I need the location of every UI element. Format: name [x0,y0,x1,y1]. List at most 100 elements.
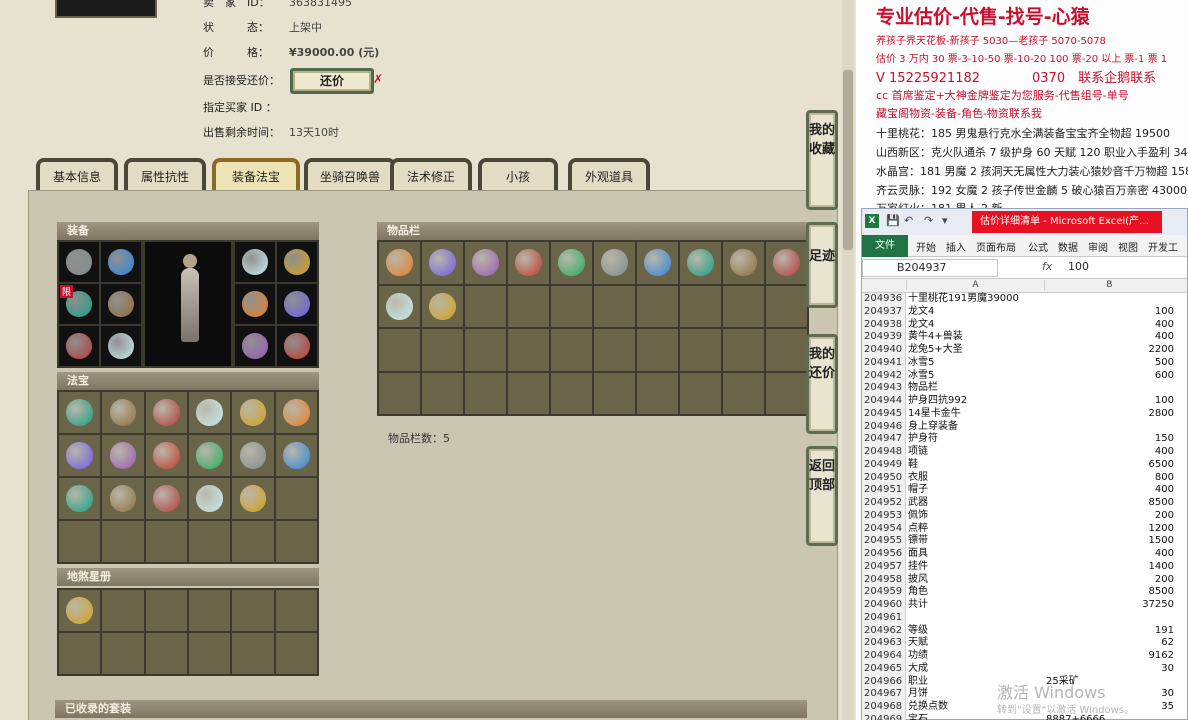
inventory-slot[interactable] [465,242,506,284]
cell-b[interactable]: 9162 [1044,650,1174,663]
treasure-slot[interactable] [59,521,101,562]
cell-a[interactable]: 角色 [908,586,1044,599]
treasure-slot[interactable] [145,478,187,519]
inventory-slot[interactable] [379,285,420,327]
cell-a[interactable]: 冰雪5 [908,370,1044,383]
equipment-slot[interactable] [277,326,317,366]
treasure-slot[interactable] [102,478,144,519]
row-number[interactable]: 204969 [862,713,906,720]
row-number[interactable]: 204946 [862,420,906,434]
cell-a[interactable]: 大成 [908,663,1044,676]
fame-slot[interactable] [102,633,144,674]
cell-b[interactable]: 2200 [1044,344,1174,357]
row-number[interactable]: 204951 [862,484,906,497]
formula-input[interactable]: 100 [1068,260,1089,273]
row-number[interactable]: 204936 [862,293,906,306]
treasure-slot[interactable] [102,435,144,476]
row-number[interactable]: 204947 [862,433,906,446]
row-number[interactable]: 204941 [862,356,906,370]
cell-b[interactable]: 150 [1044,433,1174,446]
inventory-slot[interactable] [465,372,506,414]
ribbon-tab-home[interactable]: 开始 [916,239,936,254]
fame-slot[interactable] [102,590,144,631]
equipment-slot[interactable] [101,326,141,366]
treasure-slot[interactable] [102,392,144,433]
cell-a[interactable]: 帽子 [908,484,1044,497]
cell-b[interactable]: 62 [1044,637,1174,650]
cell-a[interactable]: 共计 [908,599,1044,612]
row-number[interactable]: 204963 [862,637,906,650]
cell-b[interactable]: 400 [1044,446,1174,459]
inventory-slot[interactable] [551,329,592,371]
cell-a[interactable]: 天赋 [908,637,1044,650]
ribbon-tab-formulas[interactable]: 公式 [1028,239,1048,254]
inventory-slot[interactable] [508,285,549,327]
row-number[interactable]: 204955 [862,535,906,548]
ribbon-tab-data[interactable]: 数据 [1058,239,1078,254]
cell-b[interactable]: 500 [1044,357,1174,370]
treasure-slot[interactable] [145,392,187,433]
ribbon-tab-review[interactable]: 审阅 [1088,239,1108,254]
cell-b[interactable]: 1400 [1044,561,1174,574]
inventory-slot[interactable] [594,285,635,327]
treasure-slot[interactable] [59,478,101,519]
equipment-slot[interactable] [235,284,275,324]
inventory-slot[interactable] [723,285,764,327]
equipment-slot[interactable]: 限 [59,284,99,324]
treasure-slot[interactable] [232,435,274,476]
tab-spells[interactable]: 法术修正 [390,158,472,192]
treasure-slot[interactable] [145,435,187,476]
tab-attributes[interactable]: 属性抗性 [124,158,206,192]
treasure-slot[interactable] [102,521,144,562]
back-to-top-button[interactable]: 返回顶部 [806,446,838,546]
treasure-slot[interactable] [275,435,317,476]
equipment-slot[interactable] [277,242,317,282]
row-number[interactable]: 204964 [862,650,906,663]
row-number[interactable]: 204962 [862,624,906,638]
equipment-slot[interactable] [235,242,275,282]
cell-b[interactable]: 800 [1044,472,1174,485]
inventory-slot[interactable] [422,285,463,327]
fame-slot[interactable] [232,633,274,674]
inventory-slot[interactable] [465,329,506,371]
cell-b[interactable]: 100 [1044,306,1174,319]
row-number[interactable]: 204945 [862,407,906,421]
treasure-slot[interactable] [232,478,274,519]
inventory-slot[interactable] [594,329,635,371]
footprint-button[interactable]: 足迹 [806,222,838,308]
row-number[interactable]: 204940 [862,344,906,357]
inventory-slot[interactable] [766,329,807,371]
cell-a[interactable]: 面具 [908,548,1044,561]
inventory-slot[interactable] [594,242,635,284]
treasure-slot[interactable] [59,435,101,476]
cell-b[interactable]: 1500 [1044,535,1174,548]
row-number[interactable]: 204939 [862,331,906,344]
cell-a[interactable]: 镖带 [908,535,1044,548]
row-number[interactable]: 204958 [862,573,906,587]
inventory-slot[interactable] [723,372,764,414]
fame-slot[interactable] [59,590,101,631]
treasure-slot[interactable] [275,521,317,562]
cell-a[interactable]: 项链 [908,446,1044,459]
inventory-slot[interactable] [723,329,764,371]
cell-a[interactable]: 等级 [908,625,1044,638]
customize-chevron-down-icon[interactable]: ▾ [942,214,948,227]
treasure-slot[interactable] [232,521,274,562]
cell-b[interactable]: 8500 [1044,586,1174,599]
inventory-slot[interactable] [594,372,635,414]
inventory-slot[interactable] [508,242,549,284]
tab-children[interactable]: 小孩 [478,158,558,192]
row-number[interactable]: 204943 [862,382,906,395]
cell-a[interactable]: 身上穿装备 [908,421,1044,434]
cell-a[interactable]: 冰雪5 [908,357,1044,370]
inventory-slot[interactable] [680,242,721,284]
fame-slot[interactable] [59,633,101,674]
fame-slot[interactable] [275,633,317,674]
inventory-slot[interactable] [637,285,678,327]
inventory-slot[interactable] [422,372,463,414]
name-box[interactable]: B204937 [862,259,998,277]
inventory-slot[interactable] [551,372,592,414]
tab-equipment[interactable]: 装备法宝 [212,158,300,192]
cell-a[interactable]: 功绩 [908,650,1044,663]
cell-b[interactable]: 2800 [1044,408,1174,421]
